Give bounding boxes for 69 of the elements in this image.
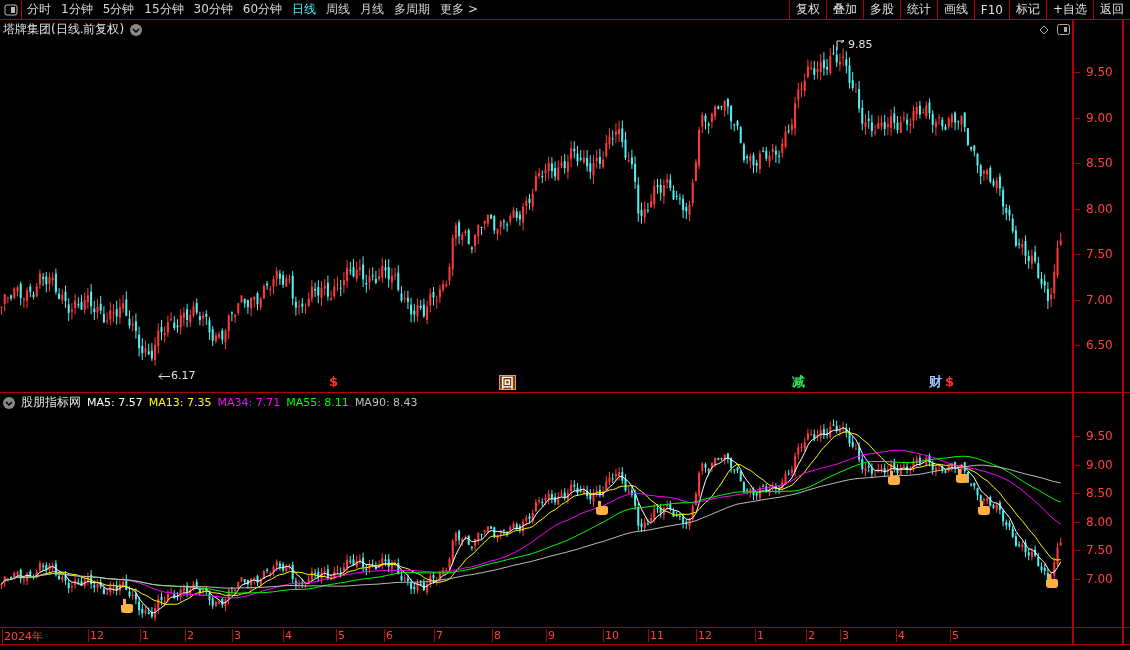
- period-tab[interactable]: 1分钟: [56, 0, 98, 19]
- high-price-label: 9.85: [848, 38, 873, 51]
- panel-toggle-icon[interactable]: [1057, 24, 1070, 35]
- price-axis-label: 8.00: [1086, 201, 1113, 216]
- price-axis-label: 7.50: [1086, 543, 1113, 558]
- price-axis-label: 8.50: [1086, 156, 1113, 170]
- hand-pointer-icon: [596, 501, 608, 515]
- dropdown-icon[interactable]: [130, 23, 143, 36]
- date-axis-label: 8: [492, 629, 501, 642]
- date-axis-label: 9: [546, 629, 555, 642]
- date-axis-label: 2024年: [2, 629, 43, 644]
- date-axis-label: 5: [950, 629, 959, 642]
- date-axis-label: 5: [336, 629, 345, 642]
- price-axis-label: 9.50: [1086, 65, 1113, 79]
- moving-average-legend: MA90: 8.43: [354, 396, 418, 409]
- date-axis-label: 1: [140, 629, 149, 642]
- date-axis-label: 4: [283, 629, 292, 642]
- moving-average-legend: MA13: 7.35: [148, 396, 212, 409]
- date-axis-label: 4: [896, 629, 905, 642]
- moving-average-legend: MA55: 8.11: [286, 396, 349, 409]
- event-marker[interactable]: 财: [929, 375, 942, 388]
- hand-pointer-icon: [121, 599, 133, 613]
- period-tab[interactable]: 日线: [287, 0, 322, 19]
- date-axis-label: 3: [840, 629, 849, 642]
- low-price-label: 6.17: [171, 369, 196, 382]
- date-axis-label: 11: [648, 629, 664, 642]
- date-axis-label: 12: [696, 629, 712, 642]
- date-axis-label: 6: [384, 629, 393, 642]
- dropdown-icon[interactable]: [3, 396, 15, 409]
- date-axis-label: 1: [755, 629, 764, 642]
- period-tab[interactable]: 更多 >: [435, 0, 483, 19]
- hand-pointer-icon: [888, 471, 900, 485]
- event-marker[interactable]: 回: [499, 375, 516, 390]
- moving-average-legend: MA34: 7.71: [217, 396, 281, 409]
- date-axis-label: 2: [185, 629, 194, 642]
- period-tab[interactable]: 15分钟: [139, 0, 189, 19]
- price-axis-label: 9.00: [1086, 457, 1113, 472]
- date-axis-label: 2: [806, 629, 815, 642]
- event-marker[interactable]: $: [329, 375, 339, 388]
- price-axis-label: 7.00: [1086, 572, 1113, 586]
- arrow-icon: [158, 373, 170, 380]
- event-marker[interactable]: $: [945, 375, 955, 388]
- date-axis-label: 3: [232, 629, 241, 642]
- period-tab[interactable]: 月线: [355, 0, 390, 19]
- moving-average-legend: MA5: 7.57: [87, 396, 143, 409]
- price-axis-label: 9.00: [1086, 110, 1113, 125]
- price-axis-label: 7.00: [1086, 292, 1113, 307]
- chart-title: 塔牌集团(日线.前复权): [3, 21, 125, 38]
- price-axis-label: 9.50: [1086, 429, 1113, 443]
- price-axis-label: 7.50: [1086, 247, 1113, 261]
- period-tab[interactable]: 5分钟: [97, 0, 140, 19]
- hand-pointer-icon: [978, 501, 990, 515]
- hand-pointer-icon: [956, 469, 968, 483]
- hand-pointer-icon: [1046, 574, 1058, 588]
- period-tab[interactable]: 60分钟: [237, 0, 288, 19]
- period-tab[interactable]: 分时: [22, 0, 56, 19]
- diamond-icon[interactable]: [1039, 25, 1049, 35]
- arrow-icon: [836, 40, 846, 50]
- period-tab[interactable]: 30分钟: [188, 0, 238, 19]
- date-axis-label: 7: [434, 629, 443, 642]
- price-axis-label: 8.50: [1086, 486, 1113, 501]
- date-axis-label: 12: [88, 629, 104, 642]
- period-tab[interactable]: 多周期: [389, 0, 436, 19]
- price-axis-label: 6.50: [1086, 338, 1113, 352]
- indicator-name: 股朋指标网: [21, 394, 81, 411]
- date-axis-label: 10: [603, 629, 619, 642]
- period-tab[interactable]: 周线: [321, 0, 356, 19]
- event-marker[interactable]: 减: [792, 375, 805, 388]
- price-axis-label: 8.00: [1086, 514, 1113, 529]
